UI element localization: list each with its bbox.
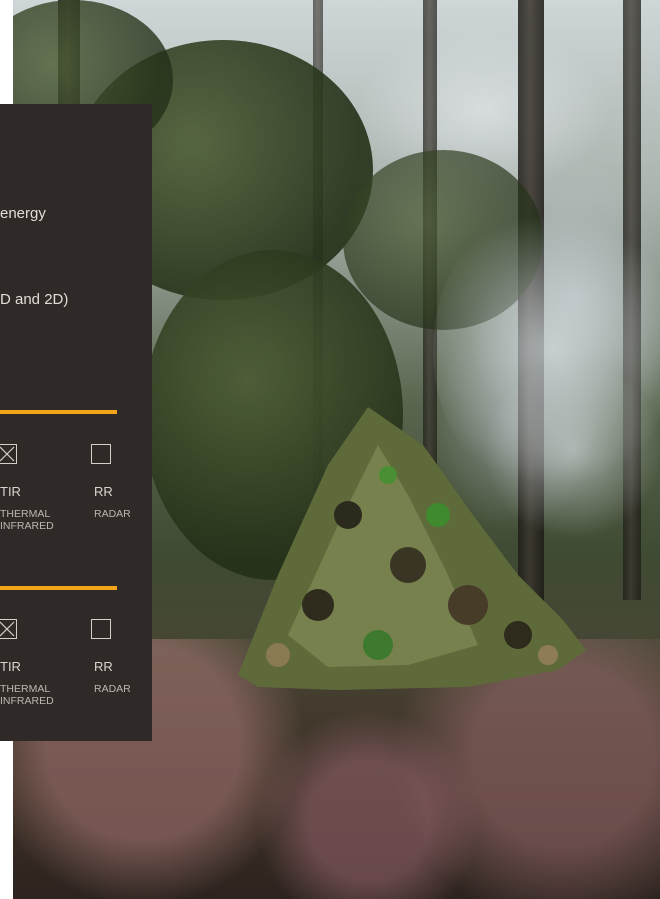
checkbox-rr xyxy=(91,619,111,639)
label-description: INFRARED xyxy=(0,520,54,532)
label-code: RR xyxy=(94,659,113,674)
label-code: RR xyxy=(94,484,113,499)
label-description: THERMAL xyxy=(0,683,51,695)
section-divider xyxy=(0,586,117,590)
checkbox-tir xyxy=(0,619,17,639)
label-description: RADAR xyxy=(94,683,131,695)
checkbox-tir xyxy=(0,444,17,464)
label-code: TIR xyxy=(0,484,21,499)
cross-check-icon xyxy=(0,446,15,462)
checkbox-rr xyxy=(91,444,111,464)
info-panel: energy D and 2D) TIR THERMAL INFRARED RR… xyxy=(0,104,152,741)
panel-text-line: energy xyxy=(0,205,46,222)
section-divider xyxy=(0,410,117,414)
camouflage-net xyxy=(238,407,586,690)
label-description: RADAR xyxy=(94,508,131,520)
label-description: THERMAL xyxy=(0,508,51,520)
cross-check-icon xyxy=(0,621,15,637)
panel-text-line: D and 2D) xyxy=(0,291,69,308)
label-code: TIR xyxy=(0,659,21,674)
label-description: INFRARED xyxy=(0,695,54,707)
